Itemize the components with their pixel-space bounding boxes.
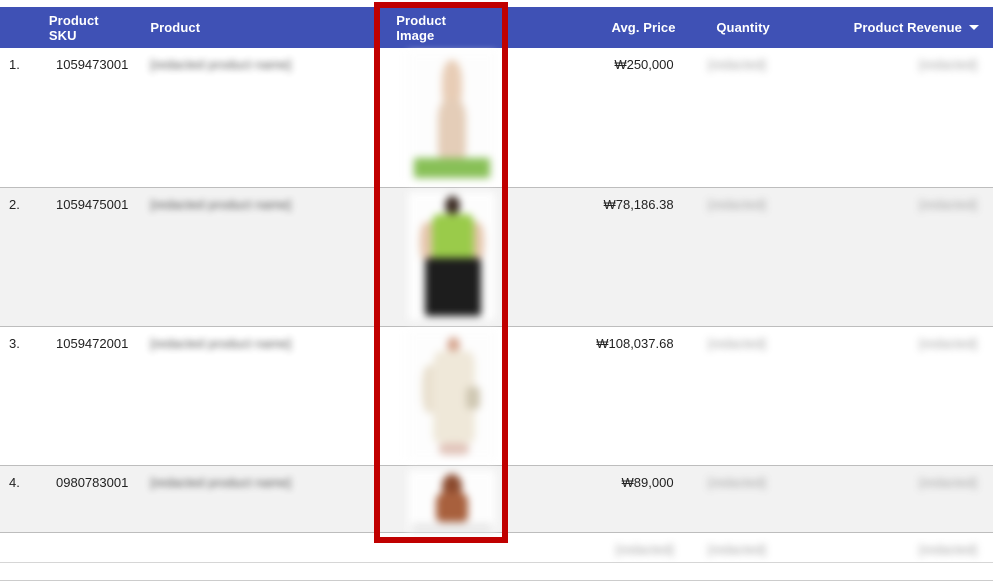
row-revenue-value: [redacted] xyxy=(919,57,977,72)
row-product-cell: [redacted product name] xyxy=(138,326,385,466)
row-index-value: 2. xyxy=(9,196,20,212)
row-product-cell: [redacted product name] xyxy=(138,48,385,188)
row-revenue-value: [redacted] xyxy=(919,474,977,490)
row-product-image-cell xyxy=(384,187,520,327)
row-index-value: 4. xyxy=(9,474,20,490)
row-avg-price-cell: ₩78,186.38 xyxy=(519,187,688,327)
row-product-value: [redacted product name] xyxy=(150,57,292,72)
row-avg-price-value: ₩89,000 xyxy=(621,474,674,490)
row-product-value: [redacted product name] xyxy=(150,196,292,212)
row-product-image-cell xyxy=(384,48,520,188)
column-header-avg-price[interactable]: Avg. Price xyxy=(520,7,688,48)
row-avg-price-value: ₩78,186.38 xyxy=(603,196,674,212)
product-thumbnail[interactable] xyxy=(407,330,496,459)
product-report-table-container: Product SKU Product Product Image Avg. P… xyxy=(0,7,993,581)
thumbnail-shape xyxy=(424,257,481,316)
product-report-table: Product SKU Product Product Image Avg. P… xyxy=(0,7,993,581)
thumbnail-shape xyxy=(465,386,480,409)
column-header-product-revenue[interactable]: Product Revenue xyxy=(782,7,993,48)
totals-quantity-value: [redacted] xyxy=(708,541,766,557)
row-product-cell: [redacted product name] xyxy=(138,187,385,327)
row-avg-price-cell: ₩89,000 xyxy=(519,465,688,533)
column-header-product-revenue-label: Product Revenue xyxy=(853,20,962,35)
totals-revenue-value: [redacted] xyxy=(919,541,977,557)
table-row[interactable]: 4. 0980783001 [redacted product name] ₩8… xyxy=(0,465,993,533)
row-quantity-value: [redacted] xyxy=(708,335,766,351)
row-sku-cell: 0980783001 xyxy=(36,465,139,533)
row-index-cell: 4. xyxy=(0,465,37,533)
sort-descending-caret-icon[interactable] xyxy=(969,25,979,31)
product-thumbnail[interactable] xyxy=(407,469,496,532)
row-revenue-cell: [redacted] xyxy=(781,187,993,327)
product-thumbnail[interactable] xyxy=(407,191,496,320)
row-quantity-cell: [redacted] xyxy=(687,465,782,533)
table-bottom-divider xyxy=(0,562,993,580)
row-quantity-cell: [redacted] xyxy=(687,187,782,327)
table-body: 1. 1059473001 [redacted product name] ₩2… xyxy=(0,48,993,581)
row-index-value: 3. xyxy=(9,335,20,351)
thumbnail-shape xyxy=(431,213,474,262)
row-index-cell: 2. xyxy=(0,187,37,327)
row-sku-cell: 1059475001 xyxy=(36,187,139,327)
row-avg-price-value: ₩250,000 xyxy=(614,57,674,72)
table-row[interactable]: 2. 1059475001 [redacted product name] ₩7… xyxy=(0,187,993,327)
column-header-index xyxy=(0,7,37,48)
row-sku-value: 0980783001 xyxy=(56,474,129,490)
column-header-product[interactable]: Product xyxy=(138,7,384,48)
row-product-value: [redacted product name] xyxy=(150,474,292,490)
row-avg-price-cell: ₩250,000 xyxy=(519,48,688,188)
row-sku-cell: 1059473001 xyxy=(36,48,139,188)
table-header-row: Product SKU Product Product Image Avg. P… xyxy=(0,7,993,48)
table-row[interactable]: 3. 1059472001 [redacted product name] ₩1… xyxy=(0,326,993,466)
thumbnail-shape xyxy=(438,442,469,455)
column-header-quantity[interactable]: Quantity xyxy=(688,7,782,48)
top-strip-inner xyxy=(0,0,993,7)
row-revenue-value: [redacted] xyxy=(919,196,977,212)
report-screen: Product SKU Product Product Image Avg. P… xyxy=(0,0,993,581)
row-quantity-cell: [redacted] xyxy=(687,326,782,466)
row-revenue-cell: [redacted] xyxy=(781,48,993,188)
totals-price-value: [redacted] xyxy=(615,541,674,557)
row-product-image-cell xyxy=(384,326,520,466)
row-quantity-value: [redacted] xyxy=(708,57,766,72)
column-header-product-image[interactable]: Product Image xyxy=(384,7,519,48)
row-avg-price-value: ₩108,037.68 xyxy=(596,335,674,351)
row-sku-value: 1059475001 xyxy=(56,196,129,212)
row-sku-value: 1059472001 xyxy=(56,335,129,351)
thumbnail-shape xyxy=(444,195,460,215)
row-revenue-cell: [redacted] xyxy=(781,326,993,466)
row-index-cell: 1. xyxy=(0,48,37,188)
row-product-image-cell xyxy=(384,465,520,533)
row-revenue-cell: [redacted] xyxy=(781,465,993,533)
thumbnail-shape xyxy=(435,491,468,522)
row-sku-cell: 1059472001 xyxy=(36,326,139,466)
table-header: Product SKU Product Product Image Avg. P… xyxy=(0,7,993,48)
row-index-value: 1. xyxy=(9,57,20,72)
row-product-value: [redacted product name] xyxy=(150,335,292,351)
product-thumbnail[interactable] xyxy=(407,52,496,180)
thumbnail-shape xyxy=(437,100,466,162)
table-row[interactable]: 1. 1059473001 [redacted product name] ₩2… xyxy=(0,48,993,188)
column-header-product-sku[interactable]: Product SKU xyxy=(37,7,138,48)
row-avg-price-cell: ₩108,037.68 xyxy=(519,326,688,466)
thumbnail-shape xyxy=(413,158,490,178)
row-quantity-cell: [redacted] xyxy=(687,48,782,188)
row-revenue-value: [redacted] xyxy=(919,335,977,351)
row-sku-value: 1059473001 xyxy=(56,57,129,72)
row-quantity-value: [redacted] xyxy=(708,196,766,212)
thumbnail-shape xyxy=(411,522,492,532)
row-index-cell: 3. xyxy=(0,326,37,466)
row-quantity-value: [redacted] xyxy=(708,474,766,490)
row-product-cell: [redacted product name] xyxy=(138,465,385,533)
